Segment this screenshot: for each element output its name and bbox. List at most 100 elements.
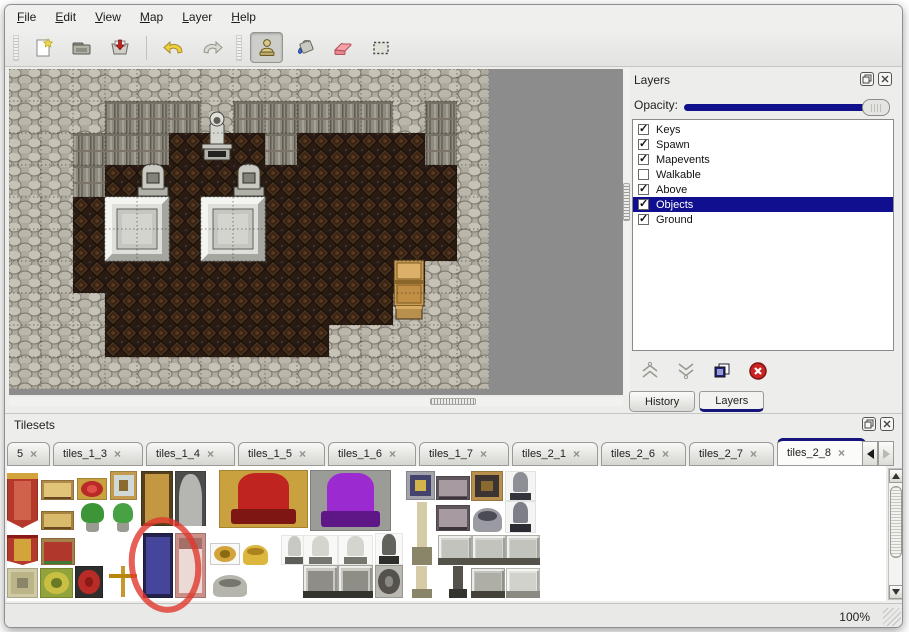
tile-statue-base-left[interactable]: [303, 565, 338, 598]
duplicate-layer-button[interactable]: [708, 359, 735, 382]
tile-gargoyle[interactable]: [375, 533, 403, 565]
layer-visibility-checkbox[interactable]: ✓: [638, 139, 649, 150]
tileset-vertical-scrollbar[interactable]: [888, 468, 903, 600]
opacity-slider[interactable]: [684, 104, 886, 111]
layer-visibility-checkbox[interactable]: ✓: [638, 154, 649, 165]
tile-stone-block-dark[interactable]: [471, 568, 505, 598]
dock-tab-history[interactable]: History: [629, 391, 695, 412]
tile-cushion-red[interactable]: [77, 478, 107, 500]
tab-close-icon[interactable]: ×: [573, 447, 580, 461]
opacity-slider-handle[interactable]: [862, 99, 890, 116]
scroll-tabs-right-button[interactable]: [878, 441, 894, 466]
tile-emblem-banner[interactable]: [7, 535, 38, 565]
tile-bush-plant[interactable]: [110, 503, 136, 533]
tile-angel-statue-right[interactable]: [338, 535, 373, 565]
layer-row-mapevents[interactable]: ✓Mapevents: [633, 152, 893, 167]
tile-throne-purple[interactable]: [310, 470, 391, 531]
tile-dark-pillar[interactable]: [446, 565, 470, 598]
stamp-tool-button[interactable]: [250, 32, 283, 63]
save-button[interactable]: [103, 32, 136, 63]
tab-close-icon[interactable]: ×: [750, 447, 757, 461]
layer-row-spawn[interactable]: ✓Spawn: [633, 137, 893, 152]
layer-row-keys[interactable]: ✓Keys: [633, 122, 893, 137]
layer-visibility-checkbox[interactable]: ✓: [638, 214, 649, 225]
redo-button[interactable]: [195, 32, 228, 63]
tileset-tab-tiles_2_6[interactable]: tiles_2_6×: [601, 442, 686, 466]
tileset-tab-tiles_1_3[interactable]: tiles_1_3×: [53, 442, 143, 466]
menu-item-file[interactable]: File: [17, 10, 36, 24]
layer-visibility-checkbox[interactable]: ✓: [638, 184, 649, 195]
tileset-content[interactable]: [7, 466, 886, 601]
layer-visibility-checkbox[interactable]: ✓: [638, 124, 649, 135]
tab-close-icon[interactable]: ×: [662, 447, 669, 461]
toolbar-grip[interactable]: [13, 35, 19, 61]
menu-item-edit[interactable]: Edit: [55, 10, 76, 24]
float-panel-button[interactable]: [860, 72, 874, 86]
tile-gold-pile[interactable]: [241, 541, 270, 565]
tileset-tab-tiles_2_7[interactable]: tiles_2_7×: [689, 442, 774, 466]
new-file-button[interactable]: [27, 32, 60, 63]
tile-door-purple[interactable]: [143, 533, 173, 598]
tile-angel-statue-left[interactable]: [303, 535, 338, 565]
map-horizontal-scrollbar[interactable]: [9, 397, 623, 406]
tile-armor-pile[interactable]: [470, 503, 505, 533]
layer-row-above[interactable]: ✓Above: [633, 182, 893, 197]
layer-visibility-checkbox[interactable]: [638, 169, 649, 180]
tab-close-icon[interactable]: ×: [114, 447, 121, 461]
map-viewport[interactable]: [9, 69, 623, 395]
tab-close-icon[interactable]: ×: [389, 447, 396, 461]
tileset-tab-tiles_1_6[interactable]: tiles_1_6×: [328, 442, 416, 466]
layer-row-walkable[interactable]: Walkable: [633, 167, 893, 182]
tile-stone-ledge-2[interactable]: [472, 535, 506, 565]
dock-tab-layers[interactable]: Layers: [699, 391, 764, 412]
menu-item-layer[interactable]: Layer: [182, 10, 212, 24]
tile-banner-red[interactable]: [7, 473, 38, 528]
tab-close-icon[interactable]: ×: [480, 447, 487, 461]
undo-button[interactable]: [157, 32, 190, 63]
tile-stone-ledge-1[interactable]: [438, 535, 472, 565]
layer-visibility-checkbox[interactable]: ✓: [638, 199, 649, 210]
tileset-scroll-thumb[interactable]: [890, 486, 902, 558]
tile-loom-bottom[interactable]: [41, 511, 74, 530]
tile-metal-shelf-bottom[interactable]: [436, 505, 470, 531]
select-tool-button[interactable]: [364, 32, 397, 63]
scroll-down-button[interactable]: [889, 585, 903, 599]
tile-red-seat[interactable]: [75, 566, 103, 598]
move-layer-down-button[interactable]: [672, 359, 699, 382]
tile-stone-block-light[interactable]: [506, 568, 540, 598]
tile-armor-body[interactable]: [505, 501, 536, 533]
tile-stone-planter[interactable]: [375, 565, 403, 598]
tileset-tab-tiles_2_8[interactable]: tiles_2_8×: [777, 438, 866, 466]
tile-obelisk-small[interactable]: [408, 565, 435, 598]
close-tilesets-button[interactable]: [880, 417, 894, 431]
tile-pink-bed[interactable]: [175, 533, 206, 598]
close-panel-button[interactable]: [878, 72, 892, 86]
tile-metal-shelf-top[interactable]: [436, 476, 470, 500]
tile-gate-gray[interactable]: [175, 471, 206, 526]
tab-close-icon[interactable]: ×: [838, 446, 845, 460]
map-horizontal-scroll-thumb[interactable]: [430, 398, 476, 405]
scroll-up-button[interactable]: [889, 469, 903, 483]
tile-wood-stand[interactable]: [471, 471, 503, 501]
layer-row-objects[interactable]: ✓Objects: [633, 197, 893, 212]
tile-obelisk-large[interactable]: [408, 501, 436, 565]
eraser-tool-button[interactable]: [326, 32, 359, 63]
tile-dresser-mirror[interactable]: [110, 471, 137, 500]
tile-statue-base-right[interactable]: [338, 565, 373, 598]
tab-close-icon[interactable]: ×: [207, 447, 214, 461]
tile-palm-plant[interactable]: [78, 503, 107, 533]
tile-door-wood[interactable]: [141, 471, 173, 526]
resize-grip[interactable]: [883, 608, 901, 626]
tile-gold-cross[interactable]: [106, 565, 140, 598]
map-canvas[interactable]: [9, 69, 489, 389]
tile-loom-top[interactable]: [41, 480, 74, 500]
tile-stone-ledge-3[interactable]: [506, 535, 540, 565]
tileset-tab-tiles_1_4[interactable]: tiles_1_4×: [146, 442, 235, 466]
scroll-tabs-left-button[interactable]: [862, 441, 878, 466]
tile-green-flag[interactable]: [40, 568, 73, 598]
layer-row-ground[interactable]: ✓Ground: [633, 212, 893, 227]
tile-rock-pile[interactable]: [210, 571, 250, 598]
toolbar-grip[interactable]: [236, 35, 242, 61]
tileset-tab-tiles_1_7[interactable]: tiles_1_7×: [419, 442, 509, 466]
tile-gold-scepter[interactable]: [210, 543, 240, 565]
